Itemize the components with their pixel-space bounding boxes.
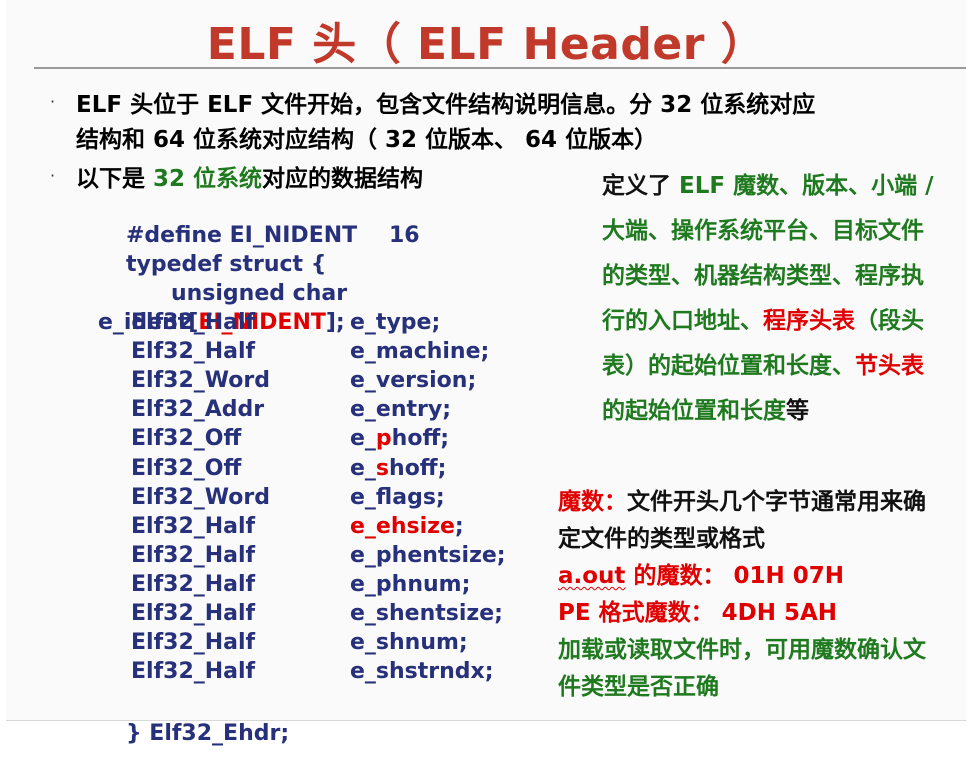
aout-value: 01H 07H	[733, 563, 844, 589]
bullet-intro-line1: ELF 头位于 ELF 文件开始，包含文件结构说明信息。分 32 位系统对应	[76, 92, 816, 118]
field-name: e_shoff;	[350, 454, 446, 483]
magic-aout: a.out 的魔数： 01H 07H	[558, 558, 948, 595]
field-name-pre: e_entry;	[350, 397, 452, 423]
field-name-hl: s	[375, 455, 390, 481]
bullet-structure-highlight: 32 位系统	[153, 166, 263, 192]
code-ident-suffix: ];	[325, 310, 345, 335]
desc-seg7: 等	[786, 398, 809, 424]
slide: ELF 头（ ELF Header ） · ELF 头位于 ELF 文件开始，包…	[6, 0, 966, 746]
code-closing: } Elf32_Ehdr;	[125, 721, 290, 746]
field-name: e_type;	[350, 308, 440, 337]
magic-pe: PE 格式魔数： 4DH 5AH	[558, 595, 948, 632]
field-name-post: hoff;	[389, 455, 447, 481]
code-closing-line: } Elf32_Ehdr;	[80, 690, 289, 746]
field-type: Elf32_Off	[131, 455, 242, 481]
field-name-pre: e_flags;	[350, 484, 445, 510]
field-type: Elf32_Word	[131, 484, 270, 510]
field-name-pre: e_	[350, 426, 376, 452]
code-define-value-line: 16	[343, 192, 420, 248]
code-unsigned-char-line: unsigned char	[125, 250, 347, 306]
field-name: e_ehsize;	[350, 512, 464, 541]
field-name: e_shentsize;	[350, 599, 503, 628]
code-typedef-line: typedef struct {	[80, 221, 326, 277]
field-name-hl: p	[375, 426, 392, 452]
field-name: e_phnum;	[350, 570, 470, 599]
field-name-pre: e_shnum;	[350, 630, 468, 656]
magic-label: 魔数：	[558, 489, 627, 515]
magic-number-section: 魔数：文件开头几个字节通常用来确定文件的类型或格式 a.out 的魔数： 01H…	[558, 484, 948, 706]
bullet-intro-line2: 结构和 64 位系统对应结构（ 32 位版本、 64 位版本）	[76, 127, 658, 153]
magic-definition: 魔数：文件开头几个字节通常用来确定文件的类型或格式	[558, 484, 948, 558]
slide-title: ELF 头（ ELF Header ）	[206, 19, 766, 70]
field-type: Elf32_Half	[131, 571, 256, 597]
bullet-structure-prefix: 以下是	[76, 166, 154, 192]
magic-note: 加载或读取文件时，可用魔数确认文件类型是否正确	[558, 637, 926, 700]
field-type: Elf32_Word	[131, 368, 270, 394]
aout-label: 的魔数：	[625, 563, 734, 589]
bullet-dot-icon: ·	[50, 166, 56, 185]
field-name: e_flags;	[350, 483, 445, 512]
header-description: 定义了 ELF 魔数、版本、小端 / 大端、操作系统平台、目标文件的类型、机器结…	[602, 164, 942, 434]
desc-seg6: 的起始位置和长度	[602, 398, 786, 424]
field-name-post: hoff;	[391, 426, 450, 452]
field-name-pre: e_shstrndx;	[350, 659, 494, 685]
field-type: Elf32_Addr	[131, 397, 265, 423]
bullet-structure-suffix: 对应的数据结构	[262, 166, 424, 192]
desc-seg3: 程序头表	[763, 308, 855, 334]
code-define-value: 16	[388, 223, 420, 248]
title-divider	[34, 67, 966, 69]
field-name-pre: e_machine;	[350, 339, 490, 365]
field-type: Elf32_Half	[131, 339, 256, 365]
field-name: e_version;	[350, 366, 476, 395]
field-name: e_entry;	[350, 395, 451, 424]
field-name: e_shstrndx;	[350, 657, 494, 686]
code-ident-line: e_ident[EI_NIDENT];	[52, 279, 345, 335]
field-name: e_phentsize;	[350, 541, 506, 570]
field-name-pre: e_type;	[350, 310, 441, 335]
field-name-post: ;	[454, 513, 464, 539]
desc-seg1: 定义了	[602, 173, 680, 199]
aout-name: a.out	[558, 563, 626, 589]
field-type: Elf32_Half	[131, 513, 256, 539]
field-name: e_machine;	[350, 337, 489, 366]
field-name: e_shnum;	[350, 628, 468, 657]
field-name-pre: e_shentsize;	[350, 601, 503, 626]
struct-code-block: #define EI_NIDENT 16 typedef struct { un…	[52, 192, 572, 746]
bullet-dot-icon: ·	[50, 92, 56, 111]
field-name: e_phoff;	[350, 424, 449, 453]
field-type: Elf32_Half	[131, 630, 256, 656]
code-define-line: #define EI_NIDENT	[80, 192, 357, 248]
bullet-intro: ELF 头位于 ELF 文件开始，包含文件结构说明信息。分 32 位系统对应 结…	[76, 88, 936, 158]
field-type: Elf32_Half	[131, 542, 256, 568]
pe-value: 4DH 5AH	[721, 600, 837, 626]
field-name-hl: e_ehsize	[350, 513, 455, 539]
field-type: Elf32_Off	[131, 426, 242, 452]
field-name-pre: e_phentsize;	[350, 542, 506, 568]
field-name-pre: e_version;	[350, 368, 477, 394]
pe-label: PE 格式魔数：	[558, 600, 722, 626]
field-type: Elf32_Half	[131, 601, 256, 626]
field-name-pre: e_phnum;	[350, 571, 471, 597]
desc-seg5: 节头表	[855, 353, 924, 379]
field-name-pre: e_	[350, 455, 376, 481]
field-type: Elf32_Half	[131, 310, 256, 335]
field-type: Elf32_Half	[131, 659, 256, 685]
